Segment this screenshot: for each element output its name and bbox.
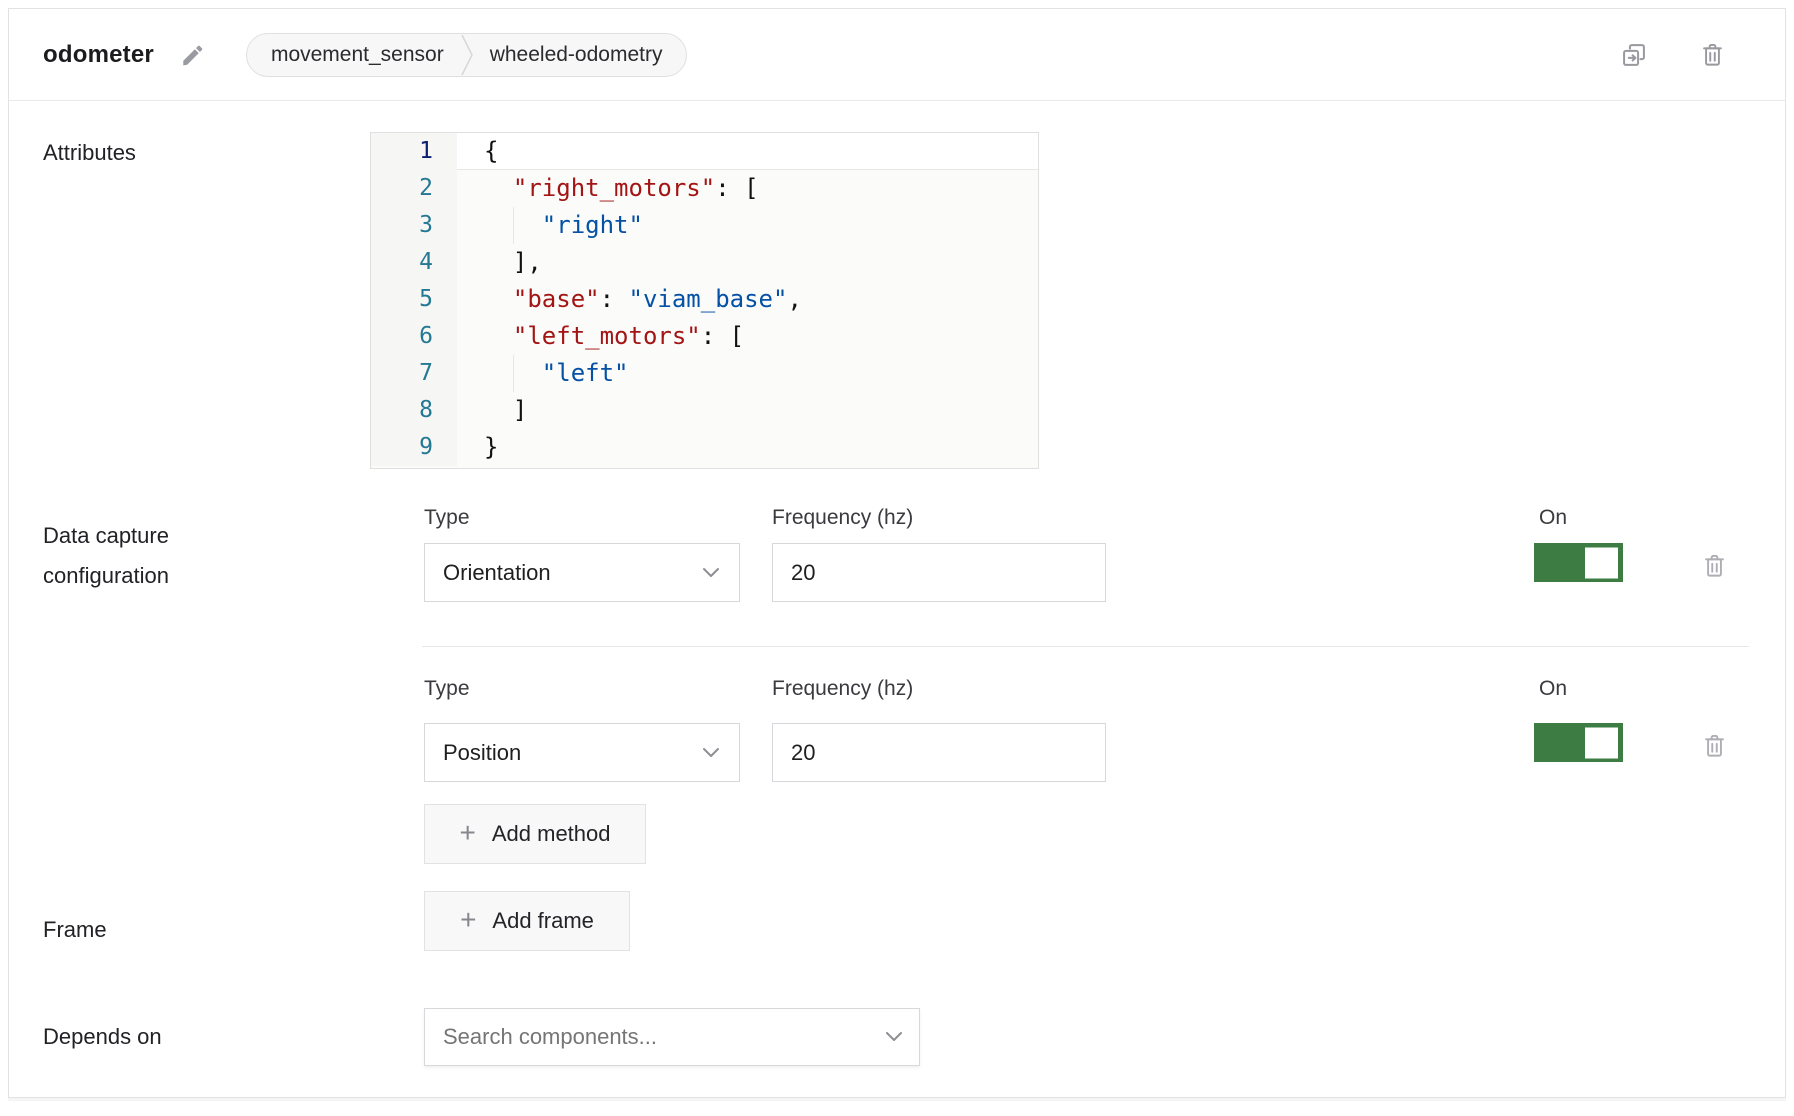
capture-type-select[interactable]: Position (424, 723, 740, 782)
attributes-json-editor[interactable]: 1 { 2 "right_motors": [ 3 "right" 4 ], 5… (370, 132, 1039, 469)
component-name: odometer (43, 41, 154, 69)
chevron-down-icon (701, 567, 721, 579)
type-label: Type (424, 677, 470, 701)
add-method-button[interactable]: + Add method (424, 804, 646, 864)
code-line: 2 "right_motors": [ (371, 170, 1038, 207)
attributes-label: Attributes (43, 133, 136, 173)
delete-capture-method-button[interactable] (1701, 732, 1728, 759)
frequency-label: Frequency (hz) (772, 506, 913, 530)
trash-icon (1701, 732, 1728, 759)
search-components-input[interactable] (424, 1008, 920, 1066)
code-line: 3 "right" (371, 207, 1038, 244)
component-card: odometer movement_sensor wheeled-odometr… (8, 8, 1786, 1098)
frame-label: Frame (43, 910, 107, 950)
code-line: 9 } (371, 429, 1038, 466)
type-label: Type (424, 506, 470, 530)
depends-on-label: Depends on (43, 1017, 162, 1057)
depends-on-field (424, 1008, 920, 1066)
row-divider (422, 646, 1749, 647)
duplicate-icon (1620, 41, 1648, 69)
component-model: wheeled-odometry (490, 43, 663, 67)
capture-toggle[interactable] (1534, 723, 1623, 762)
duplicate-component-button[interactable] (1620, 41, 1648, 69)
delete-component-button[interactable] (1699, 41, 1726, 68)
delete-capture-method-button[interactable] (1701, 552, 1728, 579)
capture-type-select[interactable]: Orientation (424, 543, 740, 602)
code-line: 7 "left" (371, 355, 1038, 392)
trash-icon (1701, 552, 1728, 579)
frequency-input[interactable] (772, 543, 1106, 602)
code-line: 8 ] (371, 392, 1038, 429)
component-type: movement_sensor (271, 43, 444, 67)
trash-icon (1699, 41, 1726, 68)
frequency-label: Frequency (hz) (772, 677, 913, 701)
toggle-knob (1585, 727, 1618, 758)
code-line: 4 ], (371, 244, 1038, 281)
toggle-on-label: On (1539, 677, 1567, 701)
plus-icon: + (460, 906, 476, 934)
code-line: 5 "base": "viam_base", (371, 281, 1038, 318)
component-type-badge: movement_sensor wheeled-odometry (246, 33, 688, 77)
code-line: 1 { (371, 133, 1038, 170)
capture-toggle[interactable] (1534, 543, 1623, 582)
badge-separator-chevron-icon (460, 33, 474, 77)
toggle-on-label: On (1539, 506, 1567, 530)
plus-icon: + (460, 819, 476, 847)
chevron-down-icon (701, 747, 721, 759)
code-line: 6 "left_motors": [ (371, 318, 1038, 355)
component-header: odometer movement_sensor wheeled-odometr… (9, 9, 1785, 101)
data-capture-label: Data capture configuration (43, 516, 169, 596)
edit-name-button[interactable] (180, 42, 206, 68)
toggle-knob (1585, 547, 1618, 578)
chevron-down-icon (884, 1031, 904, 1043)
add-frame-button[interactable]: + Add frame (424, 891, 630, 951)
frequency-input[interactable] (772, 723, 1106, 782)
pencil-icon (180, 42, 206, 68)
